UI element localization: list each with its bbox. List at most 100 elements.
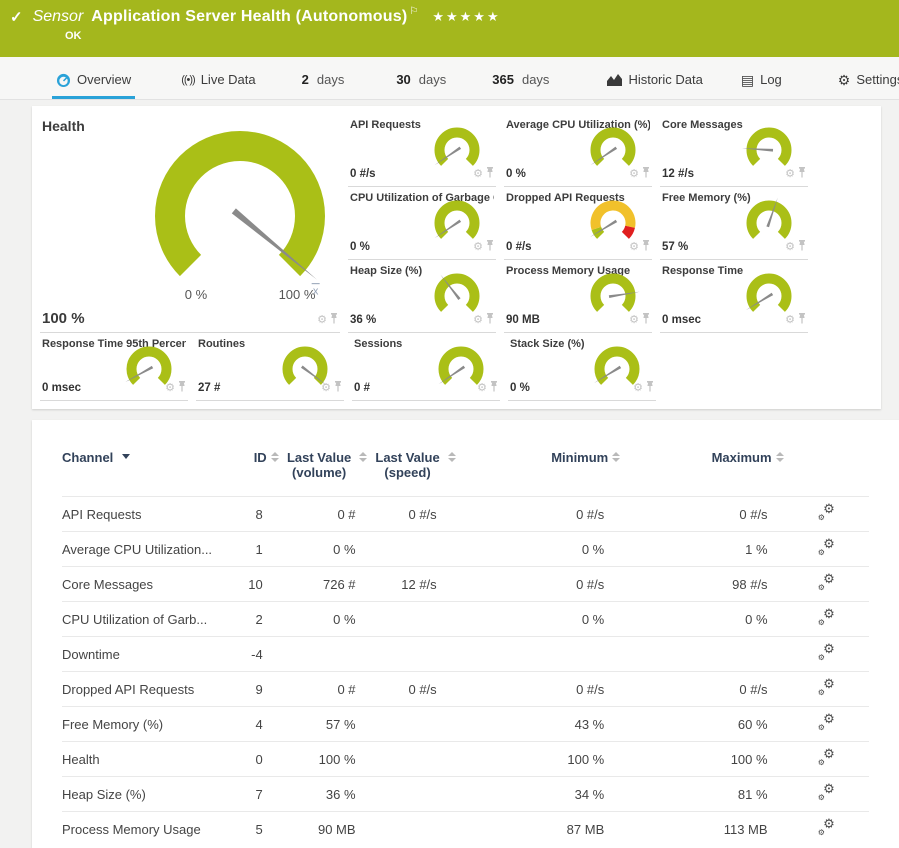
gauge-tile[interactable]: Routines27 #⚙ bbox=[196, 333, 344, 401]
table-row: Health0100 %100 %100 %⚙⚙ bbox=[62, 742, 869, 777]
channel-name: Core Messages bbox=[62, 567, 227, 602]
gear-icon[interactable]: ⚙ bbox=[165, 383, 175, 394]
channel-settings-icon[interactable]: ⚙⚙ bbox=[818, 680, 835, 695]
gear-icon[interactable]: ⚙ bbox=[629, 169, 639, 180]
channel-settings-icon[interactable]: ⚙⚙ bbox=[818, 715, 835, 730]
sort-desc-icon[interactable] bbox=[122, 454, 130, 459]
column-label: Minimum bbox=[551, 450, 608, 465]
gear-icon[interactable]: ⚙ bbox=[317, 315, 327, 326]
gauge-tile[interactable]: Free Memory (%)57 %⚙ bbox=[660, 187, 808, 260]
tab-settings[interactable]: ⚙ Settings bbox=[834, 72, 899, 99]
channel-settings-icon[interactable]: ⚙⚙ bbox=[818, 505, 835, 520]
page-title: Application Server Health (Autonomous) bbox=[91, 8, 407, 26]
column-header-id[interactable]: ID bbox=[227, 444, 278, 497]
gear-icon[interactable]: ⚙ bbox=[633, 383, 643, 394]
channel-name: API Requests bbox=[62, 497, 227, 532]
pin-icon[interactable] bbox=[486, 165, 494, 183]
gear-icon[interactable]: ⚙ bbox=[321, 383, 331, 394]
pin-icon[interactable] bbox=[330, 311, 338, 329]
tab-30-days[interactable]: 30days bbox=[392, 72, 450, 99]
tab-log[interactable]: ▤Log bbox=[737, 72, 786, 99]
channel-name: Free Memory (%) bbox=[62, 707, 227, 742]
cell-min: 0 #/s bbox=[453, 672, 621, 707]
gear-icon[interactable]: ⚙ bbox=[473, 169, 483, 180]
tab-number: 2 bbox=[302, 72, 309, 87]
cell-max: 1 % bbox=[620, 532, 783, 567]
channel-settings-icon[interactable]: ⚙⚙ bbox=[818, 575, 835, 590]
sort-icon[interactable] bbox=[612, 452, 620, 462]
channel-settings-icon[interactable]: ⚙⚙ bbox=[818, 820, 835, 835]
sort-icon[interactable] bbox=[271, 452, 279, 462]
live-data-icon: ((•)) bbox=[181, 74, 195, 86]
gauge-tile[interactable]: Average CPU Utilization (%)0 %⚙ bbox=[504, 114, 652, 187]
pin-icon[interactable] bbox=[490, 379, 498, 397]
gauge-tile[interactable]: Core Messages12 #/s⚙ bbox=[660, 114, 808, 187]
channel-settings-icon[interactable]: ⚙⚙ bbox=[818, 645, 835, 660]
pin-icon[interactable] bbox=[798, 238, 806, 256]
gear-icon[interactable]: ⚙ bbox=[785, 169, 795, 180]
gear-icon[interactable]: ⚙ bbox=[477, 383, 487, 394]
column-header-last-value-speed[interactable]: Last Value (speed) bbox=[372, 444, 453, 497]
gear-icon[interactable]: ⚙ bbox=[629, 242, 639, 253]
gauge-tile[interactable]: Stack Size (%)0 %⚙ bbox=[508, 333, 656, 401]
sort-icon[interactable] bbox=[776, 452, 784, 462]
pin-icon[interactable] bbox=[798, 165, 806, 183]
sort-icon[interactable] bbox=[448, 452, 456, 462]
column-label: Channel bbox=[62, 450, 113, 465]
channel-settings-icon[interactable]: ⚙⚙ bbox=[818, 540, 835, 555]
channel-settings-icon[interactable]: ⚙⚙ bbox=[818, 610, 835, 625]
cell-last_speed bbox=[372, 532, 453, 567]
tab-label: Overview bbox=[77, 72, 131, 87]
gauge-value: 0 % bbox=[510, 382, 530, 394]
gauge-tile[interactable]: Sessions0 #⚙ bbox=[352, 333, 500, 401]
table-row: CPU Utilization of Garb...20 %0 %0 %⚙⚙ bbox=[62, 602, 869, 637]
tab-live-data[interactable]: ((•))Live Data bbox=[177, 72, 259, 99]
column-header-channel[interactable]: Channel bbox=[62, 444, 227, 497]
pin-icon[interactable] bbox=[642, 238, 650, 256]
gauge-tile[interactable]: CPU Utilization of Garbage C...0 %⚙ bbox=[348, 187, 496, 260]
gear-icon[interactable]: ⚙ bbox=[629, 315, 639, 326]
gauge-tile[interactable]: Process Memory Usage90 MB⚙ bbox=[504, 260, 652, 333]
column-header-last-value-volume[interactable]: Last Value (volume) bbox=[279, 444, 372, 497]
gauge-tile[interactable]: API Requests0 #/s⚙ bbox=[348, 114, 496, 187]
gear-icon[interactable]: ⚙ bbox=[785, 315, 795, 326]
gauge-tile[interactable]: Response Time0 msec⚙ bbox=[660, 260, 808, 333]
gear-icon[interactable]: ⚙ bbox=[785, 242, 795, 253]
tab-2-days[interactable]: 2days bbox=[298, 72, 349, 99]
cell-max: 0 #/s bbox=[620, 497, 783, 532]
pin-icon[interactable] bbox=[642, 165, 650, 183]
content-area: Health x0 %100 % 100 % ⚙ API Requests0 #… bbox=[0, 100, 899, 848]
channel-settings-icon[interactable]: ⚙⚙ bbox=[818, 785, 835, 800]
gauge-value: 27 # bbox=[198, 382, 220, 394]
gauge-value: 0 % bbox=[350, 241, 370, 253]
pin-icon[interactable] bbox=[334, 379, 342, 397]
gauge-tile[interactable]: Heap Size (%)36 %⚙ bbox=[348, 260, 496, 333]
column-header-settings bbox=[784, 444, 869, 497]
health-gauge-tile[interactable]: Health x0 %100 % 100 % ⚙ bbox=[40, 114, 340, 333]
column-header-minimum[interactable]: Minimum bbox=[453, 444, 621, 497]
gear-icon[interactable]: ⚙ bbox=[473, 315, 483, 326]
favorite-flag-icon[interactable]: ⚐ bbox=[409, 6, 418, 17]
gauge-tile[interactable]: Dropped API Requests0 #/s⚙ bbox=[504, 187, 652, 260]
channel-settings-icon[interactable]: ⚙⚙ bbox=[818, 750, 835, 765]
gauge-tile[interactable]: Response Time 95th Percentile0 msec⚙ bbox=[40, 333, 188, 401]
gear-icon[interactable]: ⚙ bbox=[473, 242, 483, 253]
priority-stars[interactable]: ★★★★★ bbox=[432, 9, 500, 25]
pin-icon[interactable] bbox=[642, 311, 650, 329]
pin-icon[interactable] bbox=[798, 311, 806, 329]
tab-label: Settings bbox=[856, 72, 899, 87]
column-header-maximum[interactable]: Maximum bbox=[620, 444, 783, 497]
cell-min: 100 % bbox=[453, 742, 621, 777]
table-row: Average CPU Utilization...10 %0 %1 %⚙⚙ bbox=[62, 532, 869, 567]
pin-icon[interactable] bbox=[486, 238, 494, 256]
tab-overview[interactable]: Overview bbox=[52, 72, 135, 99]
pin-icon[interactable] bbox=[646, 379, 654, 397]
pin-icon[interactable] bbox=[486, 311, 494, 329]
sort-icon[interactable] bbox=[359, 452, 367, 462]
cell-last_speed: 0 #/s bbox=[372, 497, 453, 532]
pin-icon[interactable] bbox=[178, 379, 186, 397]
cell-max: 0 #/s bbox=[620, 672, 783, 707]
settings-icon: ⚙ bbox=[838, 73, 851, 87]
tab-365-days[interactable]: 365days bbox=[488, 72, 553, 99]
tab-historic-data[interactable]: Historic Data bbox=[603, 72, 706, 99]
